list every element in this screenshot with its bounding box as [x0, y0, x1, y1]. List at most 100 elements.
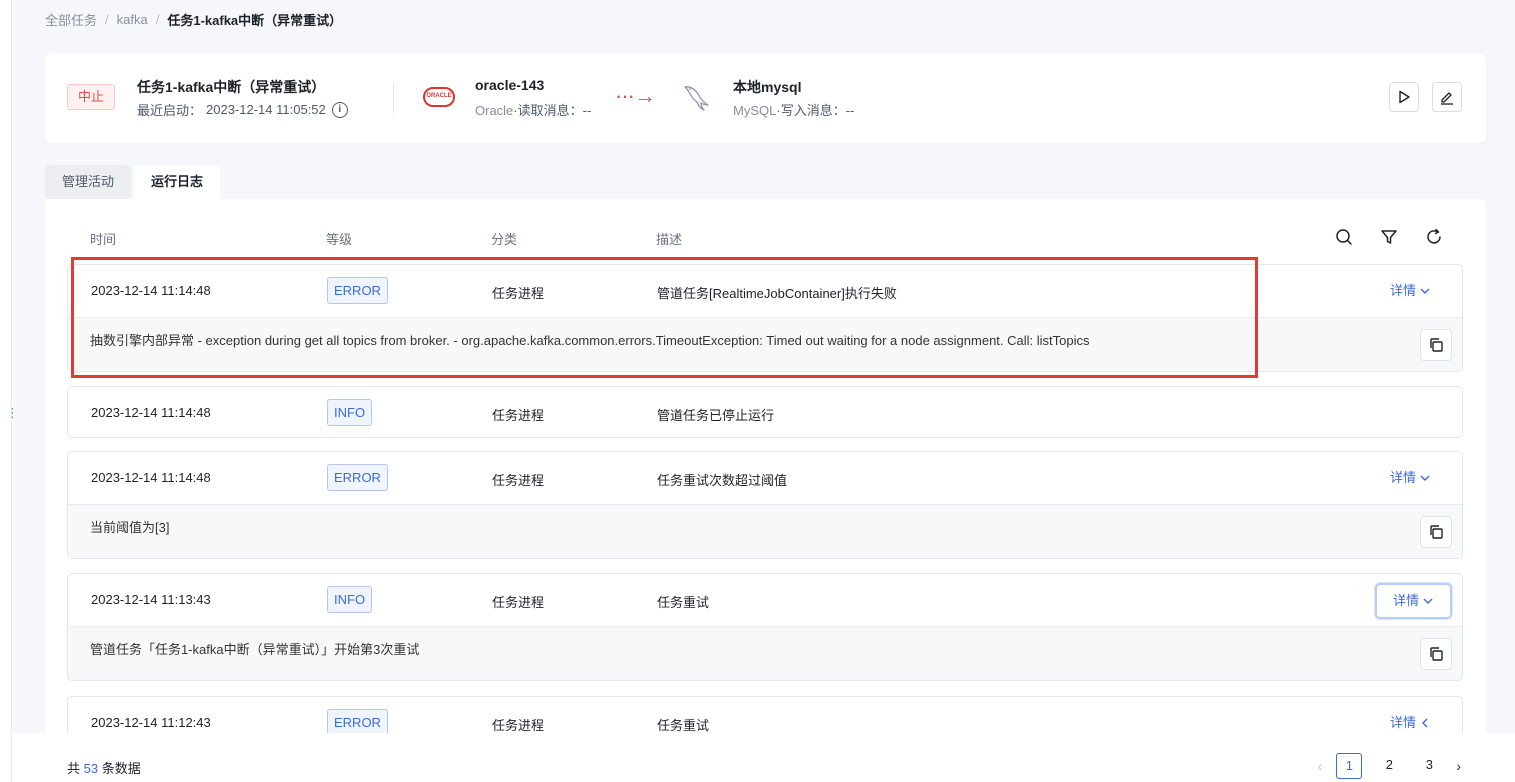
page-1[interactable]: 1	[1336, 753, 1363, 779]
log-row: 2023-12-14 11:14:48 ERROR 任务进程 管道任务[Real…	[68, 265, 1462, 317]
flow-arrow-icon: ···→	[615, 83, 656, 108]
last-start-value: 2023-12-14 11:05:52	[206, 102, 326, 117]
pagination-bar: 共 53 条数据 ‹ 1 2 3 ›	[13, 733, 1515, 782]
log-category: 任务进程	[492, 595, 545, 610]
tab-bar: 管理活动 运行日志	[45, 165, 221, 199]
log-row: 2023-12-14 11:13:43 INFO 任务进程 任务重试 详情	[68, 574, 1462, 626]
refresh-icon[interactable]	[1424, 227, 1444, 247]
log-item: 2023-12-14 11:14:48 ERROR 任务进程 任务重试次数超过阈…	[67, 451, 1463, 559]
last-start-label: 最近启动：	[137, 103, 203, 118]
page-3[interactable]: 3	[1416, 753, 1442, 779]
total-number: 53	[83, 761, 99, 776]
chevron-left-icon	[1422, 718, 1428, 728]
mysql-dolphin-icon	[684, 86, 709, 111]
detail-toggle-button[interactable]: 详情	[1388, 712, 1433, 734]
breadcrumb-kafka[interactable]: kafka	[117, 12, 148, 27]
log-category: 任务进程	[492, 473, 545, 488]
page-2[interactable]: 2	[1376, 753, 1402, 779]
divider	[393, 83, 394, 113]
chevron-down-icon	[1420, 288, 1430, 294]
oracle-logo-icon: ORACLE	[423, 87, 455, 107]
detail-toggle-button[interactable]: 详情	[1374, 583, 1452, 619]
source-name: oracle-143	[475, 77, 545, 93]
edit-icon	[1441, 92, 1453, 105]
breadcrumb-all-tasks[interactable]: 全部任务	[45, 10, 97, 29]
log-description: 任务重试	[657, 718, 710, 733]
log-time: 2023-12-14 11:14:48	[91, 470, 211, 485]
filter-icon[interactable]	[1379, 227, 1399, 247]
detail-label: 详情	[1389, 283, 1416, 298]
copy-button[interactable]	[1420, 638, 1452, 670]
total-prefix: 共	[67, 761, 81, 776]
copy-icon	[1430, 525, 1443, 539]
log-item: 2023-12-14 11:13:43 INFO 任务进程 任务重试 详情 管道…	[67, 573, 1463, 681]
log-detail-text: 当前阈值为[3]	[90, 520, 170, 535]
pager: ‹ 1 2 3 ›	[1318, 753, 1461, 779]
task-name: 任务1-kafka中断（异常重试）	[137, 79, 326, 95]
log-time: 2023-12-14 11:13:43	[91, 592, 211, 607]
source-action: 读取消息：	[517, 103, 583, 118]
level-tag-info: INFO	[327, 586, 373, 613]
log-time: 2023-12-14 11:14:48	[91, 405, 211, 420]
header-time: 时间	[90, 232, 117, 247]
next-page-icon[interactable]: ›	[1456, 758, 1461, 774]
task-summary-card: 中止 任务1-kafka中断（异常重试） 最近启动： 2023-12-14 11…	[45, 53, 1486, 143]
log-table-header: 时间 等级 分类 描述	[45, 199, 1486, 263]
tab-manage-activity[interactable]: 管理活动	[45, 165, 132, 199]
copy-icon	[1430, 338, 1443, 352]
detail-label: 详情	[1389, 470, 1416, 485]
status-badge: 中止	[67, 84, 115, 110]
breadcrumb-current: 任务1-kafka中断（异常重试）	[167, 13, 343, 28]
level-tag-error: ERROR	[327, 464, 388, 491]
log-panel: 时间 等级 分类 描述 2023-12-14 11:14:48 ERROR 任务…	[45, 199, 1486, 782]
search-icon[interactable]	[1334, 227, 1354, 247]
info-icon[interactable]: i	[331, 101, 348, 118]
breadcrumb-separator: /	[155, 12, 160, 27]
log-detail: 抽数引擎内部异常 - exception during get all topi…	[68, 317, 1462, 371]
header-level: 等级	[326, 232, 353, 247]
log-detail-text: 抽数引擎内部异常 - exception during get all topi…	[90, 333, 1090, 348]
total-suffix: 条数据	[101, 761, 141, 776]
log-category: 任务进程	[492, 408, 545, 423]
prev-page-icon[interactable]: ‹	[1318, 758, 1323, 774]
log-detail: 当前阈值为[3]	[68, 504, 1462, 558]
log-item: 2023-12-14 11:14:48 INFO 任务进程 管道任务已停止运行	[67, 386, 1463, 438]
level-tag-error: ERROR	[327, 709, 388, 736]
run-button[interactable]	[1389, 82, 1419, 112]
task-last-start: 最近启动： 2023-12-14 11:05:52 i	[137, 100, 348, 119]
breadcrumb-separator: /	[105, 12, 109, 27]
detail-label: 详情	[1389, 715, 1416, 730]
log-description: 管道任务已停止运行	[657, 408, 775, 423]
level-tag-info: INFO	[327, 399, 373, 426]
log-item: 2023-12-14 11:14:48 ERROR 任务进程 管道任务[Real…	[67, 264, 1463, 372]
source-value: --	[582, 103, 592, 118]
detail-toggle-button[interactable]: 详情	[1388, 467, 1433, 489]
total-count: 共 53 条数据	[67, 758, 141, 777]
breadcrumb: 全部任务 / kafka / 任务1-kafka中断（异常重试）	[45, 10, 342, 29]
log-time: 2023-12-14 11:14:48	[91, 283, 211, 298]
source-subtitle: Oracle·读取消息：--	[475, 100, 591, 119]
header-description: 描述	[656, 232, 683, 247]
destination-name: 本地mysql	[733, 79, 802, 95]
log-description: 管道任务[RealtimeJobContainer]执行失败	[657, 286, 897, 301]
destination-subtitle: MySQL·写入消息：--	[733, 100, 854, 119]
copy-button[interactable]	[1420, 516, 1452, 548]
header-category: 分类	[491, 232, 518, 247]
left-rail	[0, 0, 12, 782]
log-row: 2023-12-14 11:14:48 ERROR 任务进程 任务重试次数超过阈…	[68, 452, 1462, 504]
destination-value: --	[845, 103, 855, 118]
tab-run-logs[interactable]: 运行日志	[134, 165, 221, 199]
copy-button[interactable]	[1420, 329, 1452, 361]
log-category: 任务进程	[492, 286, 545, 301]
chevron-down-icon	[1423, 598, 1433, 604]
play-icon	[1399, 90, 1410, 104]
copy-icon	[1430, 647, 1443, 661]
log-row: 2023-12-14 11:14:48 INFO 任务进程 管道任务已停止运行	[68, 387, 1462, 437]
detail-toggle-button[interactable]: 详情	[1388, 280, 1433, 302]
log-category: 任务进程	[492, 718, 545, 733]
page: 全部任务 / kafka / 任务1-kafka中断（异常重试） 中止 任务1-…	[13, 0, 1515, 782]
log-detail-text: 管道任务「任务1-kafka中断（异常重试）」开始第3次重试	[90, 642, 420, 657]
edit-button[interactable]	[1432, 82, 1462, 112]
log-detail: 管道任务「任务1-kafka中断（异常重试）」开始第3次重试	[68, 626, 1462, 680]
log-description: 任务重试	[657, 595, 710, 610]
